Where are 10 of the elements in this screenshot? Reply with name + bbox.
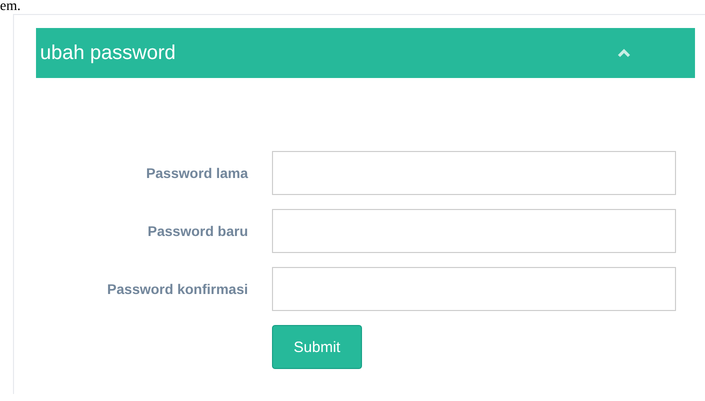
- password-field[interactable]: [272, 267, 676, 311]
- field-label: Password konfirmasi: [106, 281, 248, 297]
- field-label: Password lama: [145, 165, 248, 181]
- cut-off-text: em.: [0, 0, 21, 14]
- field-label: Password baru: [146, 223, 248, 239]
- chevron-up-icon[interactable]: [617, 48, 631, 58]
- password-field[interactable]: [272, 209, 676, 253]
- panel-title: ubah password: [40, 42, 177, 64]
- password-field[interactable]: [272, 151, 676, 195]
- submit-button[interactable]: Submit: [272, 325, 362, 369]
